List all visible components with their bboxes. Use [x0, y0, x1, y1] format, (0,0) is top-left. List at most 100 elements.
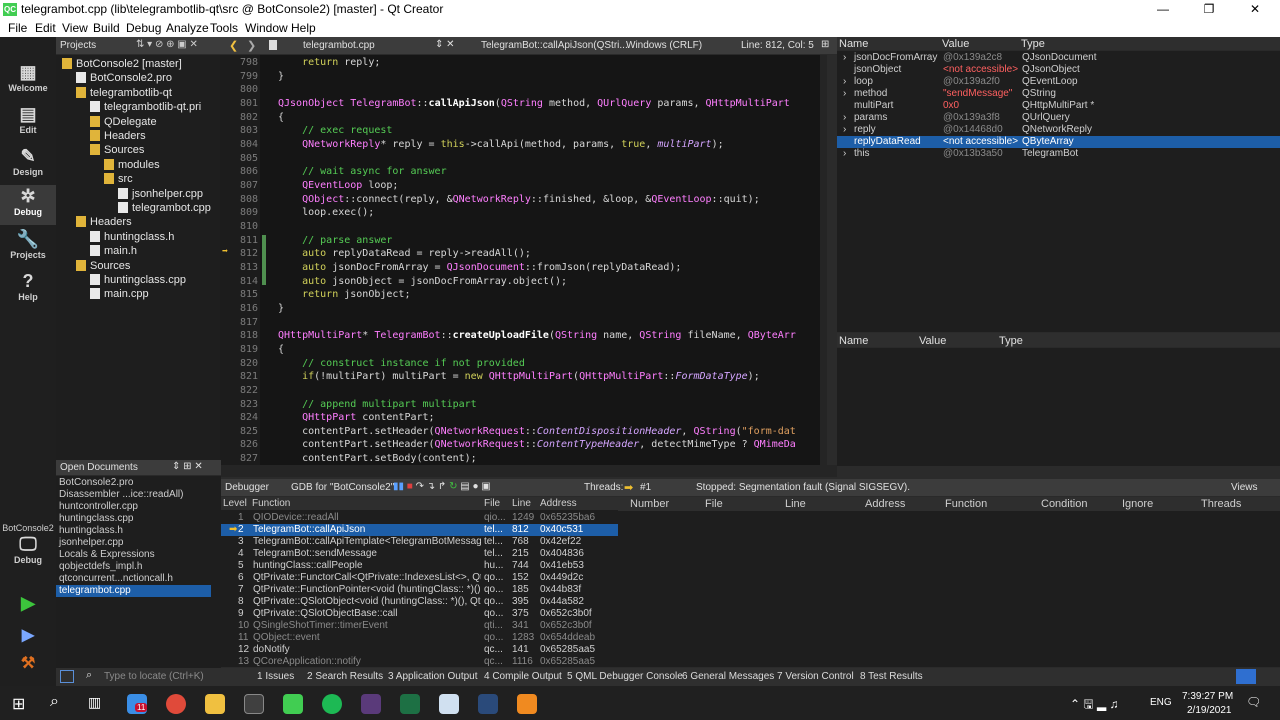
system-tray-icons[interactable]: ⌃ 🖫 ▂ ♫: [1070, 695, 1119, 716]
excel-icon[interactable]: [400, 694, 420, 714]
tree-item[interactable]: main.cpp: [90, 287, 149, 301]
split-icon[interactable]: ⊞: [821, 39, 829, 50]
code-line[interactable]: auto replyDataRead = reply->readAll();: [278, 247, 531, 261]
code-line[interactable]: // wait async for answer: [278, 165, 447, 179]
editor-vertical-scrollbar[interactable]: [820, 55, 827, 465]
tab-application-output[interactable]: 3 Application Output: [388, 671, 478, 682]
code-line[interactable]: }: [278, 70, 284, 84]
code-line[interactable]: QHttpPart contentPart;: [278, 411, 434, 425]
menu-tools[interactable]: Tools: [210, 21, 238, 35]
stack-frame-row[interactable]: 7 QtPrivate::FunctionPointer<void (huntin…: [221, 584, 618, 596]
language-indicator[interactable]: ENG: [1150, 697, 1172, 708]
watch-header-type[interactable]: Type: [999, 335, 1023, 347]
bp-header-function[interactable]: Function: [945, 498, 987, 510]
maximize-icon[interactable]: ❐: [1186, 1, 1232, 18]
stack-frame-row[interactable]: 12 doNotify qc... 141 0x65285aa5: [221, 644, 618, 656]
line-ending-select[interactable]: Windows (CRLF): [626, 40, 702, 51]
tree-item[interactable]: Headers: [90, 129, 146, 143]
tree-item[interactable]: QDelegate: [90, 115, 157, 129]
code-editor[interactable]: 798 799 800 801 802 803 804 805 806 807 808 809 810 8…: [220, 55, 827, 465]
code-line[interactable]: QHttpMultiPart* TelegramBot::createUploa…: [278, 329, 796, 343]
windows-start-icon[interactable]: ⊞: [12, 694, 25, 714]
nav-forward-icon[interactable]: ❯: [247, 39, 256, 52]
open-document-item[interactable]: huntcontroller.cpp: [56, 501, 211, 513]
mode-projects[interactable]: 🔧 Projects: [0, 228, 56, 268]
tab-test-results[interactable]: 8 Test Results: [860, 671, 923, 682]
thread-select[interactable]: #1: [640, 482, 651, 493]
code-line[interactable]: // construct instance if not provided: [278, 357, 525, 371]
tree-item[interactable]: Headers: [76, 215, 132, 229]
locals-row[interactable]: › params @0x139a3f8 QUrlQuery: [837, 112, 1280, 124]
projects-tool-icons[interactable]: ⇅ ▾ ⊘ ⊕ ▣ ✕: [136, 39, 198, 50]
menu-help[interactable]: Help: [291, 21, 316, 35]
tree-item[interactable]: main.h: [90, 244, 137, 258]
tree-item[interactable]: telegrambot.cpp: [118, 201, 211, 215]
locals-header-name[interactable]: Name: [839, 38, 868, 50]
terminal-icon[interactable]: [244, 694, 264, 714]
code-line[interactable]: contentPart.setHeader(QNetworkRequest::C…: [278, 438, 796, 452]
tree-item[interactable]: BotConsole2.pro: [76, 71, 172, 85]
locals-row[interactable]: › jsonDocFromArray @0x139a2c8 QJsonDocument: [837, 52, 1280, 64]
code-line[interactable]: // exec request: [278, 124, 392, 138]
mode-edit[interactable]: ▤ Edit: [0, 103, 56, 143]
tree-item[interactable]: huntingclass.h: [90, 230, 174, 244]
stack-frame-row[interactable]: 10 QSingleShotTimer::timerEvent qti... 341 0…: [221, 620, 618, 632]
cursor-position[interactable]: Line: 812, Col: 5: [741, 40, 814, 51]
stack-frame-row[interactable]: 1 QIODevice::readAll qio... 1249 0x65235ba6: [221, 512, 618, 524]
open-document-item[interactable]: Disassembler ...ice::readAll): [56, 489, 211, 501]
stack-header-address[interactable]: Address: [540, 498, 577, 509]
watch-header-name[interactable]: Name: [839, 335, 868, 347]
code-line[interactable]: {: [278, 343, 284, 357]
open-documents-title[interactable]: Open Documents: [60, 462, 138, 473]
close-editor-icon[interactable]: ⇕ ✕: [435, 39, 455, 50]
code-line[interactable]: // append multipart multipart: [278, 398, 477, 412]
tab-search-results[interactable]: 2 Search Results: [307, 671, 383, 682]
editor-horizontal-scrollbar[interactable]: [221, 465, 837, 477]
task-view-icon[interactable]: ▥: [88, 694, 101, 711]
nav-back-icon[interactable]: ❮: [229, 39, 238, 52]
locals-row[interactable]: replyDataRead <not accessible> QByteArray: [837, 136, 1280, 148]
open-document-item[interactable]: BotConsole2.pro: [56, 477, 211, 489]
code-line[interactable]: }: [278, 302, 284, 316]
toggle-sidebar-icon[interactable]: [60, 670, 74, 683]
locator-input[interactable]: Type to locate (Ctrl+K): [104, 671, 204, 682]
symbol-select[interactable]: TelegramBot::callApiJson(QStri...: [481, 40, 628, 51]
code-line[interactable]: QNetworkReply* reply = this->callApi(met…: [278, 138, 724, 152]
code-line[interactable]: {: [278, 111, 284, 125]
clock-date[interactable]: 2/19/2021: [1187, 705, 1232, 716]
run-icon[interactable]: ▶: [0, 593, 56, 617]
code-line[interactable]: contentPart.setHeader(QNetworkRequest::C…: [278, 425, 796, 439]
locals-row[interactable]: jsonObject <not accessible> QJsonObject: [837, 64, 1280, 76]
menu-analyze[interactable]: Analyze: [166, 21, 209, 35]
tab-general-messages[interactable]: 6 General Messages: [682, 671, 774, 682]
menu-view[interactable]: View: [62, 21, 88, 35]
open-file-select[interactable]: telegrambot.cpp: [303, 40, 375, 51]
tree-item[interactable]: huntingclass.cpp: [90, 273, 186, 287]
file-explorer-icon[interactable]: [205, 694, 225, 714]
bp-header-number[interactable]: Number: [630, 498, 669, 510]
stack-header-level[interactable]: Level: [223, 498, 247, 509]
menu-window[interactable]: Window: [245, 21, 288, 35]
open-document-item[interactable]: telegrambot.cpp: [56, 585, 211, 597]
views-button[interactable]: Views: [1231, 482, 1258, 493]
bp-header-threads[interactable]: Threads: [1201, 498, 1241, 510]
nox-player-icon[interactable]: [478, 694, 498, 714]
open-document-item[interactable]: huntingclass.cpp: [56, 513, 211, 525]
bp-header-address[interactable]: Address: [865, 498, 905, 510]
stack-frame-row[interactable]: ➡ 2 TelegramBot::callApiJson tel... 812 0x40c…: [221, 524, 618, 536]
taskbar-search-icon[interactable]: ⌕: [50, 693, 59, 711]
code-line[interactable]: if(!multiPart) multiPart = new QHttpMult…: [278, 370, 760, 384]
code-line[interactable]: return reply;: [278, 56, 380, 70]
locals-row[interactable]: › this @0x13b3a50 TelegramBot: [837, 148, 1280, 160]
code-line[interactable]: // parse answer: [278, 234, 392, 248]
locals-header-type[interactable]: Type: [1021, 38, 1045, 50]
stack-frame-row[interactable]: 4 TelegramBot::sendMessage tel... 215 0x4048…: [221, 548, 618, 560]
stack-header-file[interactable]: File: [484, 498, 500, 509]
tab-version-control[interactable]: 7 Version Control: [777, 671, 854, 682]
tree-item[interactable]: src: [104, 172, 133, 186]
notifications-icon[interactable]: 🗨: [1246, 695, 1261, 709]
stack-frame-row[interactable]: 5 huntingClass::callPeople hu... 744 0x41eb5…: [221, 560, 618, 572]
code-line[interactable]: auto jsonObject = jsonDocFromArray.objec…: [278, 275, 567, 289]
bp-header-ignore[interactable]: Ignore: [1122, 498, 1153, 510]
chrome-icon[interactable]: [166, 694, 186, 714]
